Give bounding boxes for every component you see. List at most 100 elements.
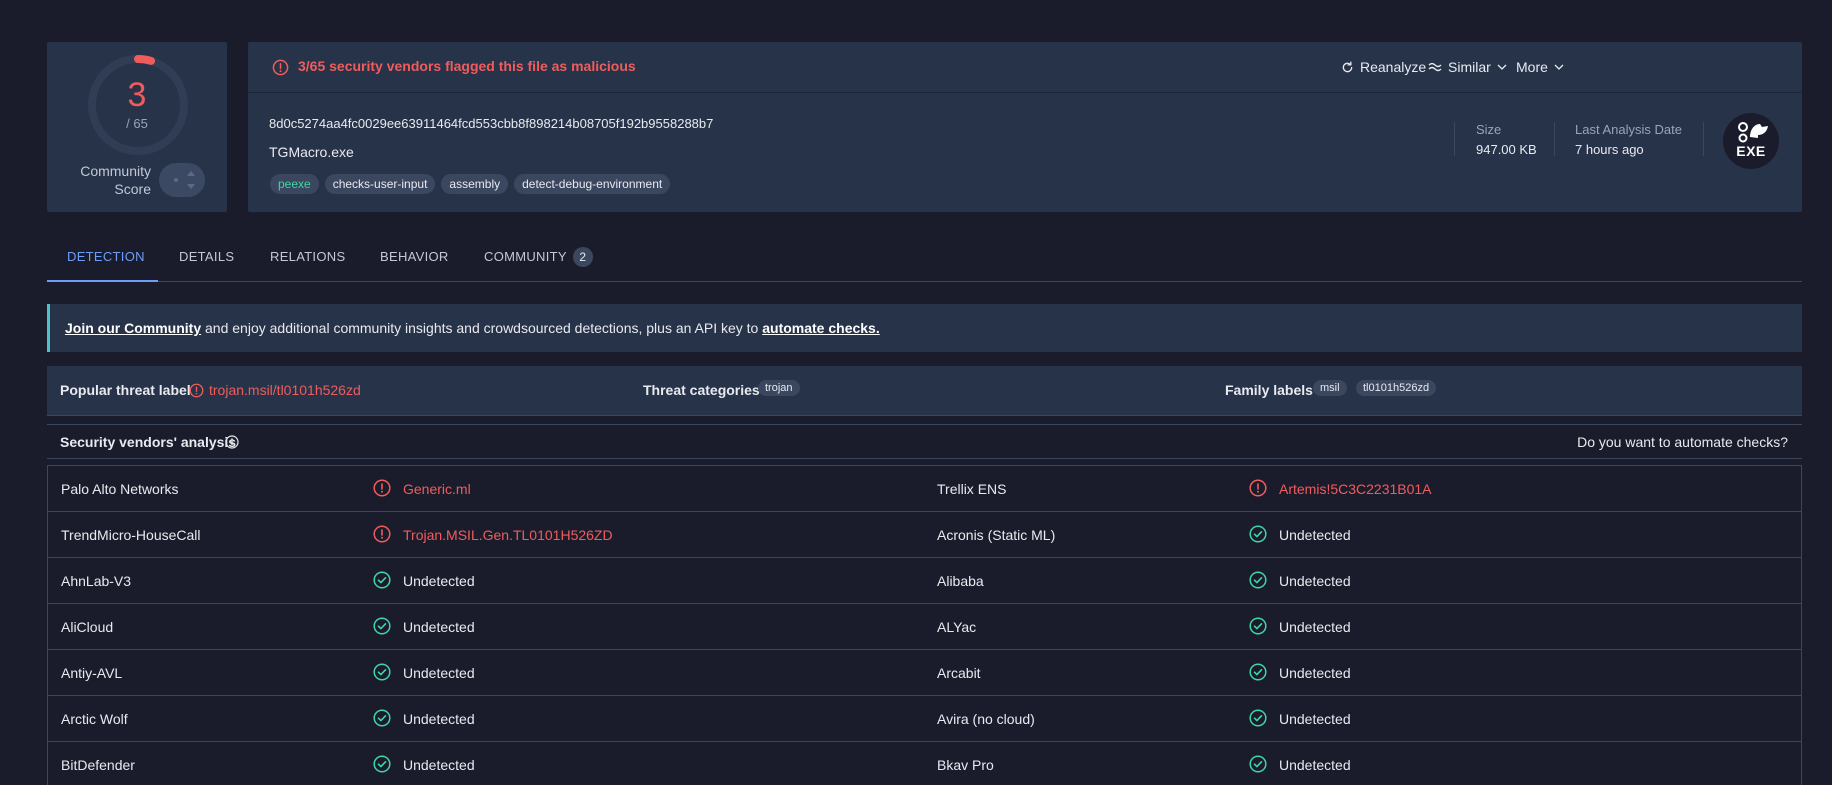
- vendor-result: Undetected: [373, 571, 475, 589]
- vendor-result: Trojan.MSIL.Gen.TL0101H526ZD: [373, 525, 613, 543]
- vendor-result-text: Generic.ml: [403, 481, 471, 497]
- info-icon[interactable]: [225, 435, 239, 449]
- file-hash[interactable]: 8d0c5274aa4fc0029ee63911464fcd553cbb8f89…: [269, 116, 713, 131]
- file-type-text: EXE: [1736, 143, 1766, 159]
- refresh-icon: [1342, 60, 1353, 72]
- tag-chip[interactable]: checks-user-input: [324, 174, 436, 194]
- vendor-result-text: Undetected: [1279, 527, 1351, 543]
- vendor-result: Undetected: [373, 617, 475, 635]
- more-button[interactable]: More: [1516, 59, 1564, 75]
- vendor-result-text: Undetected: [1279, 619, 1351, 635]
- similar-button[interactable]: Similar: [1428, 59, 1507, 75]
- check-circle-icon: [1249, 663, 1279, 681]
- automate-checks-question[interactable]: Do you want to automate checks?: [1577, 434, 1788, 450]
- popular-threat-label: Popular threat label: [60, 382, 191, 398]
- vendor-name: ALYac: [937, 619, 977, 635]
- chevron-down-icon[interactable]: [187, 184, 195, 189]
- tag-chip[interactable]: peexe: [270, 174, 319, 194]
- threat-categories-label: Threat categories: [643, 382, 760, 398]
- vendor-result: Undetected: [1249, 755, 1351, 773]
- alert-circle-icon: [1249, 479, 1279, 497]
- vendor-result-text: Undetected: [403, 573, 475, 589]
- tab-details[interactable]: DETAILS: [179, 249, 234, 264]
- vendor-name: Palo Alto Networks: [61, 481, 179, 497]
- alert-circle-icon: [272, 59, 289, 76]
- vendor-name: AhnLab-V3: [61, 573, 132, 589]
- community-score-stepper[interactable]: [159, 163, 205, 197]
- vendor-name: Trellix ENS: [937, 481, 1007, 497]
- alert-circle-icon: [373, 525, 403, 543]
- threat-category-chip[interactable]: trojan: [758, 380, 800, 396]
- community-count-badge: 2: [572, 247, 593, 267]
- check-circle-icon: [1249, 709, 1279, 727]
- vendor-name: Alibaba: [937, 573, 984, 589]
- similar-label: Similar: [1448, 59, 1491, 75]
- vendor-result: Undetected: [373, 663, 475, 681]
- table-row: Palo Alto Networks Generic.ml Trellix ENS A…: [48, 466, 1801, 512]
- popular-threat-value[interactable]: trojan.msil/tl0101h526zd: [209, 382, 361, 398]
- last-analysis-value: 7 hours ago: [1575, 142, 1644, 157]
- vendor-result-text: Undetected: [1279, 757, 1351, 773]
- chevron-up-icon[interactable]: [187, 171, 195, 176]
- vendor-result: Undetected: [1249, 617, 1351, 635]
- meta-divider: [1454, 122, 1455, 156]
- vendor-result: Undetected: [373, 709, 475, 727]
- banner-middle-text: and enjoy additional community insights …: [201, 320, 763, 336]
- alert-circle-icon: [189, 383, 204, 398]
- family-label-chip[interactable]: tl0101h526zd: [1356, 380, 1437, 396]
- vendors-title: Security vendors' analysis: [60, 434, 237, 450]
- vendor-result-text: Artemis!5C3C2231B01A: [1279, 481, 1432, 497]
- vendor-result-text: Undetected: [403, 711, 475, 727]
- tab-community-label: COMMUNITY: [484, 249, 567, 264]
- file-summary-card: 3/65 security vendors flagged this file …: [248, 42, 1802, 212]
- tag-chip[interactable]: detect-debug-environment: [514, 174, 671, 194]
- vendor-name: Antiy-AVL: [61, 665, 123, 681]
- meta-divider: [1703, 122, 1704, 156]
- similar-icon: [1428, 62, 1442, 72]
- tag-chip[interactable]: assembly: [441, 174, 509, 194]
- join-community-link[interactable]: Join our Community: [65, 320, 201, 336]
- check-circle-icon: [373, 663, 403, 681]
- tab-bar: DETECTION DETAILS RELATIONS BEHAVIOR COM…: [47, 238, 1802, 282]
- table-row: AliCloud Undetected ALYac Undetected: [48, 604, 1801, 650]
- table-row: Arctic Wolf Undetected Avira (no cloud) Und…: [48, 696, 1801, 742]
- banner-text: Join our Community and enjoy additional …: [65, 320, 880, 336]
- check-circle-icon: [1249, 571, 1279, 589]
- detection-total: / 65: [126, 116, 148, 131]
- active-tab-indicator: [47, 280, 158, 282]
- table-row: Antiy-AVL Undetected Arcabit Undetected: [48, 650, 1801, 696]
- reanalyze-button[interactable]: Reanalyze: [1341, 59, 1426, 75]
- detection-score-card: 3 / 65 Community Score: [47, 42, 227, 212]
- file-type-badge: EXE: [1723, 113, 1779, 169]
- tab-detection[interactable]: DETECTION: [67, 249, 145, 264]
- table-row: AhnLab-V3 Undetected Alibaba Undetected: [48, 558, 1801, 604]
- community-score-value-dot: [174, 178, 178, 182]
- malicious-alert-bar: 3/65 security vendors flagged this file …: [248, 42, 1802, 93]
- check-circle-icon: [373, 617, 403, 635]
- malicious-alert-text: 3/65 security vendors flagged this file …: [298, 58, 636, 74]
- tab-relations[interactable]: RELATIONS: [270, 249, 345, 264]
- table-row: BitDefender Undetected Bkav Pro Undetected: [48, 742, 1801, 785]
- vendors-header: Security vendors' analysis Do you want t…: [47, 424, 1802, 459]
- more-label: More: [1516, 59, 1548, 75]
- size-value: 947.00 KB: [1476, 142, 1537, 157]
- reanalyze-label: Reanalyze: [1360, 59, 1427, 75]
- vendor-name: AliCloud: [61, 619, 114, 635]
- tab-behavior[interactable]: BEHAVIOR: [380, 249, 449, 264]
- community-score-label: Community Score: [80, 163, 151, 197]
- size-label: Size: [1476, 122, 1502, 137]
- family-label-chip[interactable]: msil: [1313, 380, 1347, 396]
- check-circle-icon: [373, 709, 403, 727]
- tab-community[interactable]: COMMUNITY 2: [484, 247, 593, 267]
- vendor-result-text: Undetected: [403, 757, 475, 773]
- vendor-results-table: Palo Alto Networks Generic.ml Trellix ENS A…: [47, 465, 1802, 785]
- vendor-result-text: Undetected: [403, 619, 475, 635]
- threat-summary-row: Popular threat label trojan.msil/tl0101h…: [47, 366, 1802, 416]
- vendor-result: Artemis!5C3C2231B01A: [1249, 479, 1432, 497]
- vendor-result-text: Undetected: [403, 665, 475, 681]
- vendor-result-text: Undetected: [1279, 711, 1351, 727]
- alert-circle-icon: [373, 479, 403, 497]
- vendor-name: Acronis (Static ML): [937, 527, 1056, 543]
- automate-checks-link[interactable]: automate checks.: [762, 320, 880, 336]
- vendor-result: Generic.ml: [373, 479, 471, 497]
